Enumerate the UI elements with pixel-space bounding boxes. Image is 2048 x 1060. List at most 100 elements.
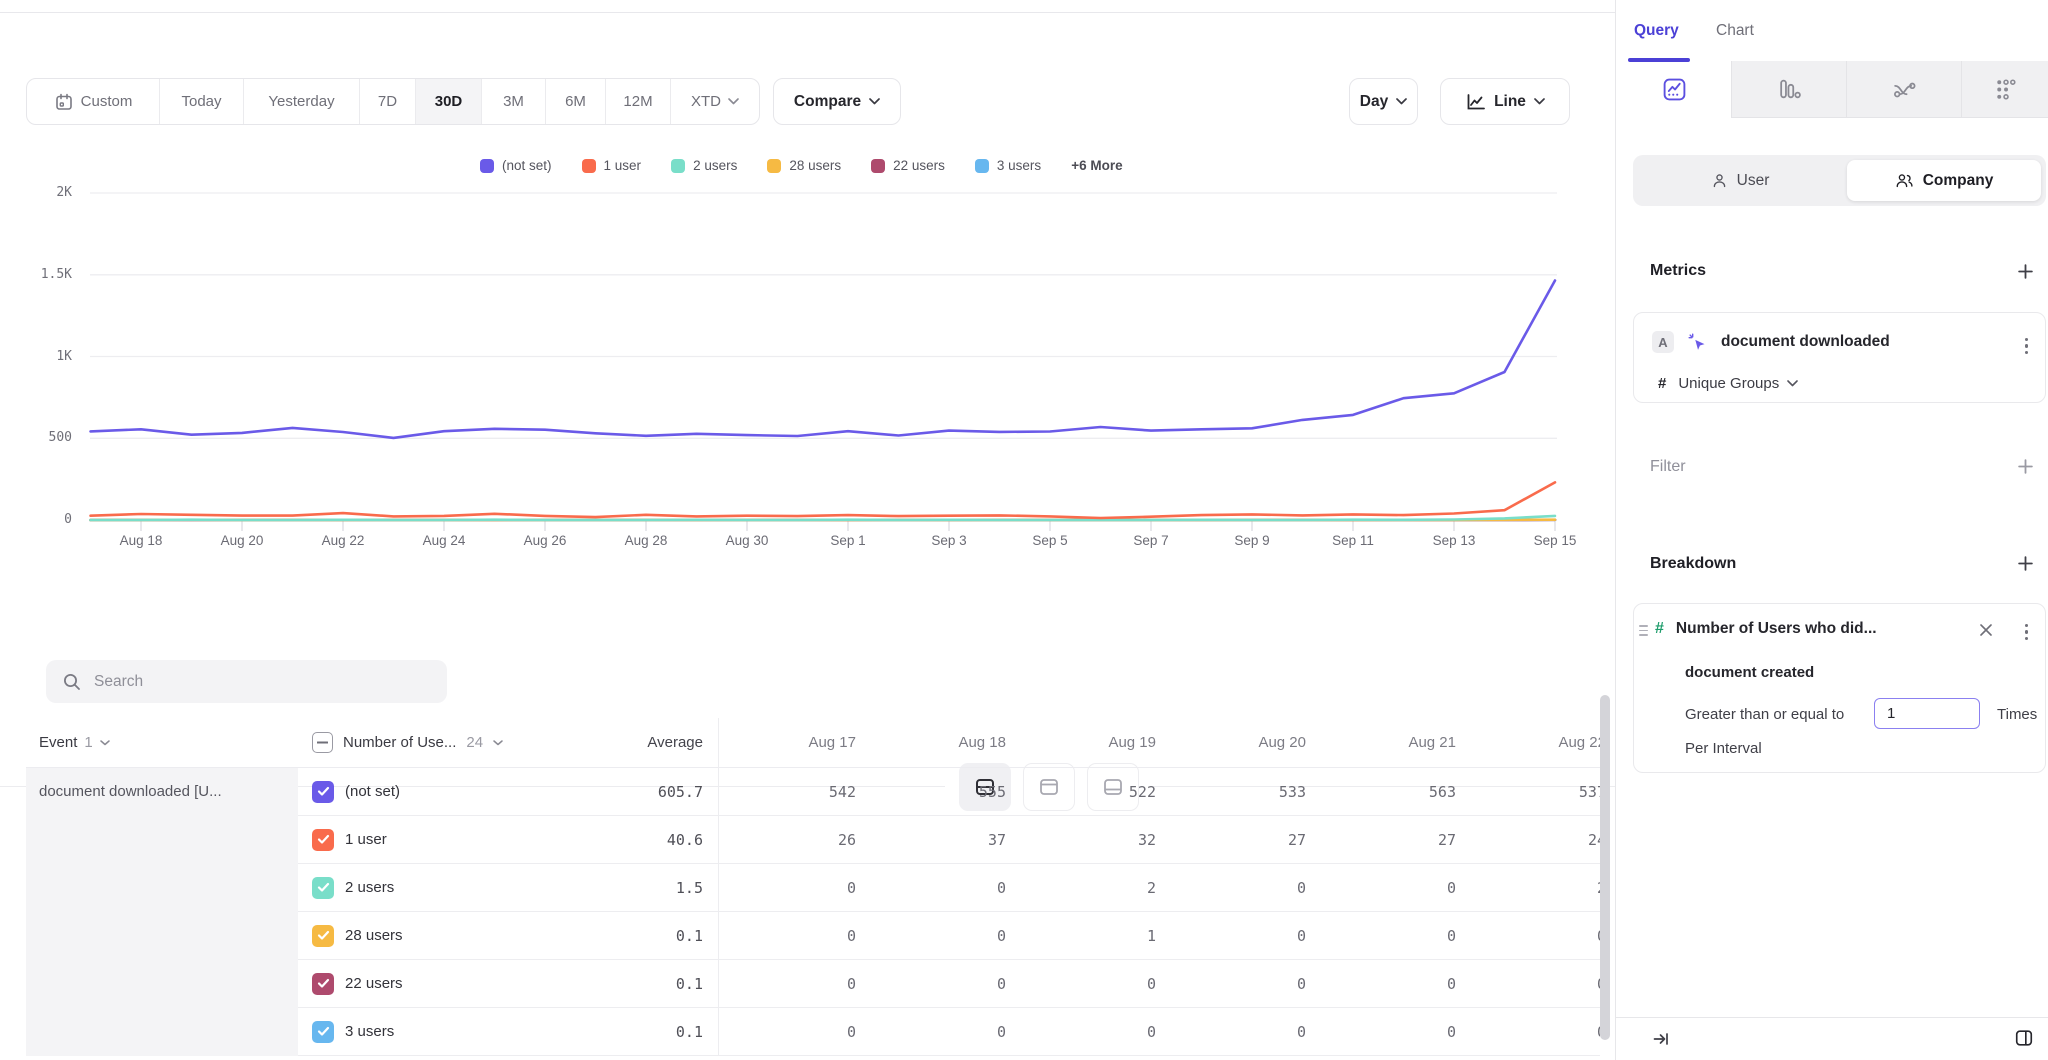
tab-chart[interactable]: Chart [1716,22,1754,40]
range-option-yesterday[interactable]: Yesterday [244,79,360,124]
aggregation-label: Unique Groups [1678,375,1779,392]
entity-toggle: User Company [1633,155,2046,206]
average-header: Average [647,734,703,751]
aggregation-dropdown[interactable]: Unique Groups [1678,375,1798,392]
interval-dropdown[interactable]: Day [1349,78,1418,125]
search-input[interactable] [92,672,447,692]
add-filter-button[interactable] [2014,455,2036,477]
range-label: XTD [691,93,721,110]
row-value-cell: 0 [1168,1023,1318,1041]
group-count: 24 [466,734,483,751]
chart-type-label: Line [1494,93,1526,111]
range-label: 12M [623,93,652,110]
range-option-3m[interactable]: 3M [482,79,546,124]
columns-icon[interactable] [2014,1028,2034,1053]
entity-company-label: Company [1923,172,1994,190]
event-name-cell[interactable]: document downloaded [U... [26,768,298,1056]
search-icon [62,672,81,691]
entity-option-company[interactable]: Company [1847,160,2041,201]
range-option-7d[interactable]: 7D [360,79,416,124]
event-column-header[interactable]: Event 1 [26,734,298,751]
entity-option-user[interactable]: User [1633,155,1847,206]
range-option-custom[interactable]: Custom [27,79,160,124]
measure-hash: # [1658,375,1666,392]
property-hash-icon: # [1655,620,1664,638]
range-option-6m[interactable]: 6M [546,79,606,124]
row-checkbox[interactable] [312,1021,334,1043]
line-chart [0,140,1615,560]
chart-type-tab-line[interactable] [1617,61,1731,118]
range-option-12m[interactable]: 12M [606,79,671,124]
row-checkbox[interactable] [312,925,334,947]
row-value-cell: 0 [718,1023,868,1041]
breakdown-menu-kebab-icon[interactable] [2022,621,2031,643]
chevron-down-icon [1787,380,1798,387]
range-option-30d[interactable]: 30D [416,79,482,124]
select-all-checkbox[interactable] [312,732,333,753]
vertical-scrollbar[interactable] [1600,695,1610,1040]
row-group-cell: 28 users0.1 [298,925,718,947]
company-icon [1895,172,1914,189]
row-group-cell: 2 users1.5 [298,877,718,899]
metric-menu-kebab-icon[interactable] [2022,335,2031,357]
chart-type-tab-grid[interactable] [1961,61,2048,118]
breakdown-card[interactable]: # Number of Users who did... document cr… [1633,603,2046,773]
range-label: Yesterday [268,93,334,110]
date-column-header: Aug 20 [1168,734,1318,751]
row-value-cell: 555 [868,783,1018,801]
metric-card[interactable]: A document downloaded # Unique Groups [1633,312,2046,403]
table-row[interactable]: 2 users1.5002002 [298,864,1600,912]
row-group-cell: 22 users0.1 [298,973,718,995]
x-tick-label: Aug 26 [524,533,567,548]
close-icon[interactable] [1979,623,1993,637]
collapse-panel-icon[interactable] [1652,1030,1670,1053]
row-checkbox[interactable] [312,781,334,803]
chevron-down-icon [1396,98,1407,105]
x-tick-label: Sep 5 [1032,533,1067,548]
row-value-cell: 0 [1018,975,1168,993]
compare-button[interactable]: Compare [773,78,901,125]
row-group-cell: (not set)605.7 [298,781,718,803]
range-label: Custom [81,93,133,110]
table-row[interactable]: 1 user40.6263732272724 [298,816,1600,864]
table-row[interactable]: 22 users0.1000000 [298,960,1600,1008]
table-row[interactable]: 3 users0.1000000 [298,1008,1600,1056]
chart-type-tab-bar[interactable] [1731,61,1846,118]
group-header-label[interactable]: Number of Use... [343,734,456,751]
x-tick-label: Sep 11 [1332,533,1374,548]
check-icon [317,834,330,845]
chart-type-dropdown[interactable]: Line [1440,78,1570,125]
row-value-cell: 0 [1468,927,1600,945]
row-checkbox[interactable] [312,829,334,851]
table-row[interactable]: 28 users0.1001000 [298,912,1600,960]
range-label: 3M [503,93,524,110]
row-checkbox[interactable] [312,877,334,899]
row-value-cell: 563 [1318,783,1468,801]
tab-query[interactable]: Query [1634,22,1679,40]
row-value-cell: 0 [1318,1023,1468,1041]
add-metric-button[interactable] [2014,260,2036,282]
row-value-cell: 0 [1168,879,1318,897]
date-column-header: Aug 18 [868,734,1018,751]
table-header-row: Event 1 Number of Use... 24 Average Aug … [26,718,1600,768]
event-count: 1 [84,734,92,751]
panel-footer [1616,1017,2048,1060]
date-column-header: Aug 17 [718,734,868,751]
check-icon [317,1026,330,1037]
table-row[interactable]: (not set)605.7542555522533563537 [298,768,1600,816]
times-value-input[interactable] [1874,698,1980,729]
row-value-cell: 1 [1018,927,1168,945]
chart-type-tab-flow[interactable] [1846,61,1961,118]
add-breakdown-button[interactable] [2014,552,2036,574]
row-checkbox[interactable] [312,973,334,995]
plus-icon [2017,263,2034,280]
drag-handle-icon[interactable] [1639,625,1648,636]
range-option-today[interactable]: Today [160,79,244,124]
line-chart-frame-icon [1662,77,1687,102]
breakdown-property: Number of Users who did... [1676,620,1877,638]
range-option-xtd[interactable]: XTD [671,79,759,124]
row-average: 0.1 [676,1023,703,1041]
date-column-header: Aug 19 [1018,734,1168,751]
date-range-selector: Custom Today Yesterday 7D30D 3M 6M 12M XTD [26,78,760,125]
dots-grid-icon [1993,77,2018,102]
